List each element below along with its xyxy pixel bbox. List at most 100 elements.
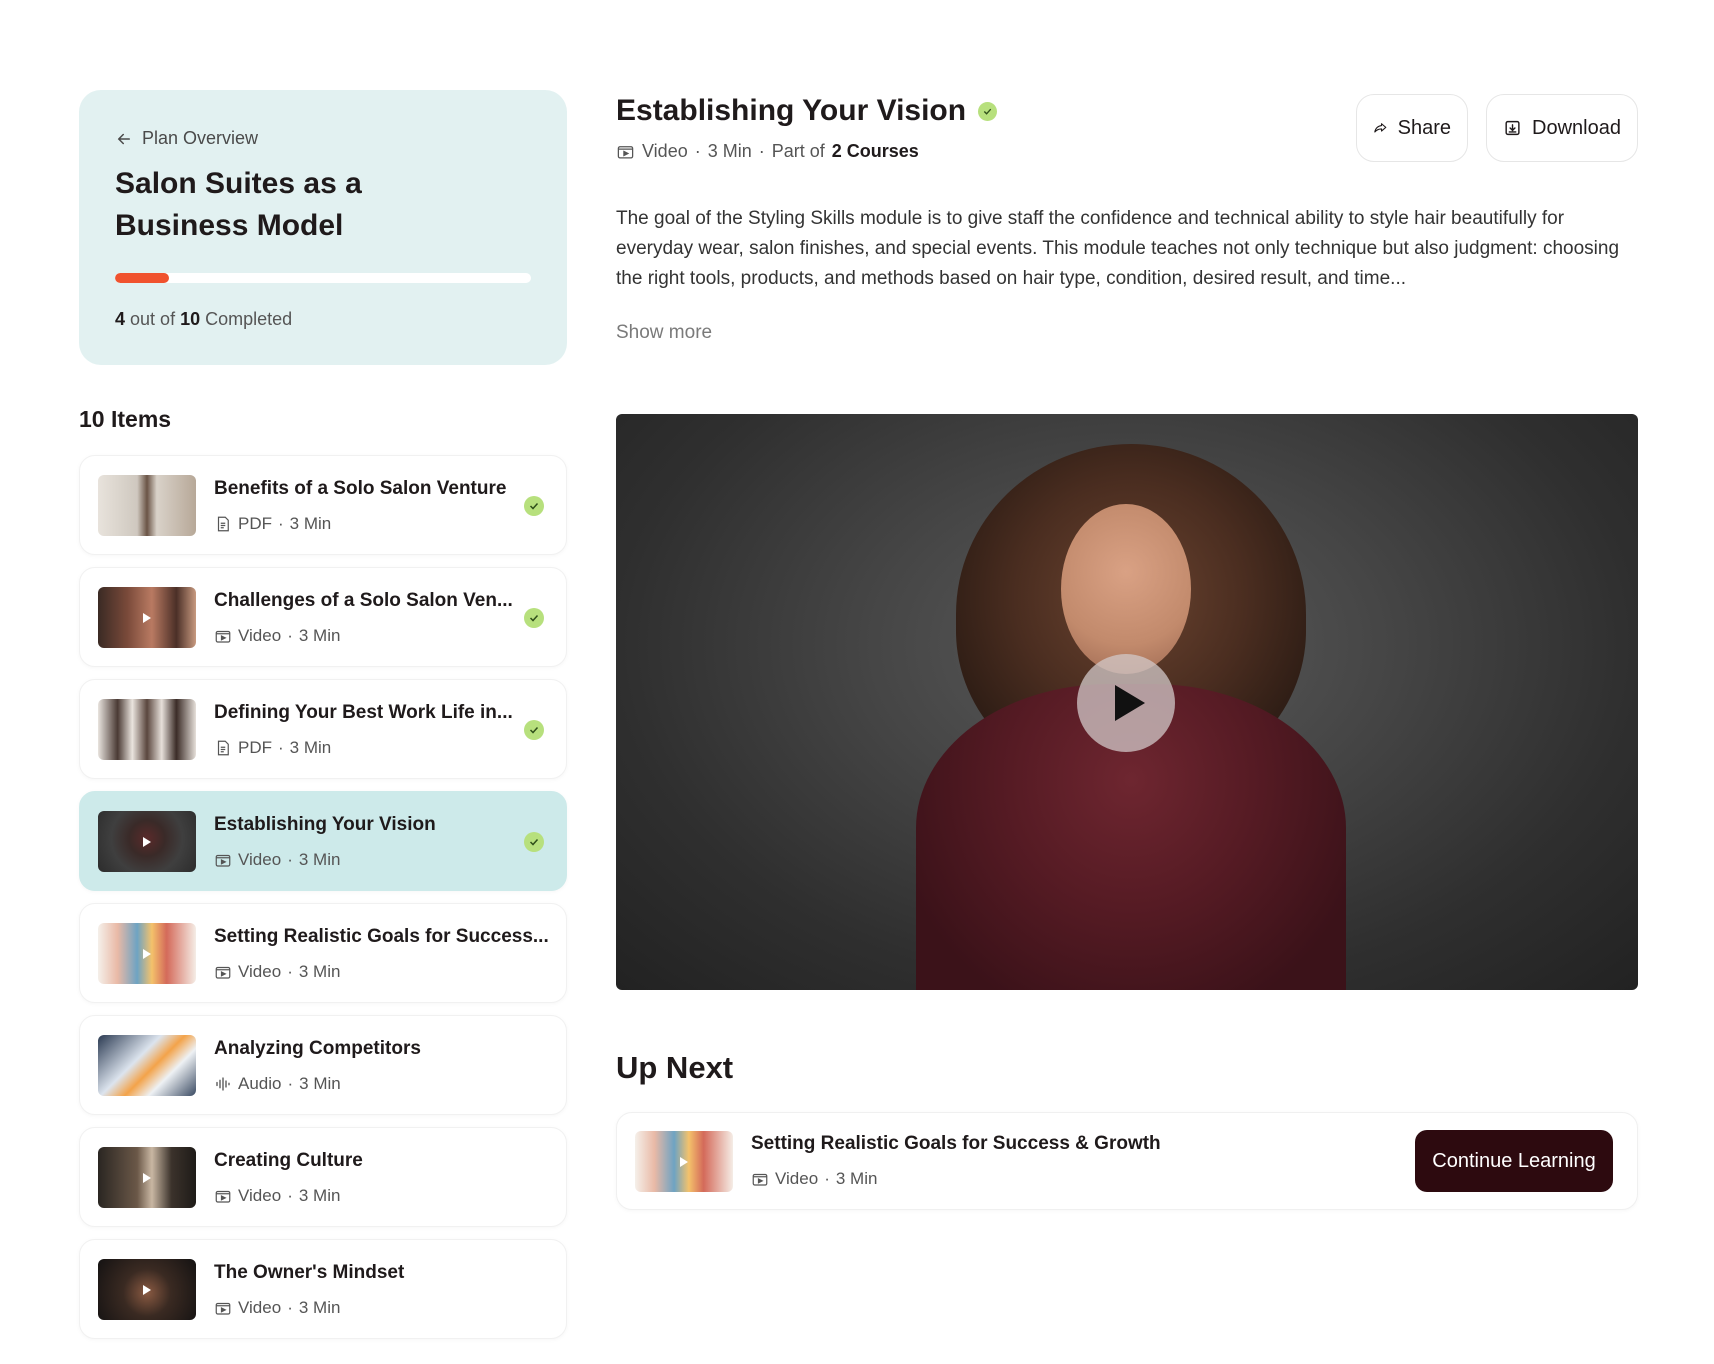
- item-duration: 3 Min: [289, 514, 332, 533]
- list-item[interactable]: Benefits of a Solo Salon Venture PDF · 3 M…: [79, 455, 567, 555]
- item-list: Benefits of a Solo Salon Venture PDF · 3 M…: [79, 455, 567, 1351]
- share-icon: [1374, 123, 1387, 133]
- plan-overview-card: Plan Overview Salon Suites as a Business…: [79, 90, 567, 365]
- video-icon: [215, 1302, 231, 1315]
- list-item[interactable]: Challenges of a Solo Salon Ven... Video ·…: [79, 567, 567, 667]
- completed-label: Completed: [205, 309, 293, 329]
- item-title: Establishing Your Vision: [214, 814, 436, 835]
- item-duration: 3 Min: [299, 1074, 341, 1093]
- lesson-title-row: Establishing Your Vision: [616, 94, 998, 128]
- item-title: The Owner's Mindset: [214, 1262, 405, 1283]
- item-type: Video: [238, 850, 282, 869]
- up-next-card[interactable]: Setting Realistic Goals for Success & Gr…: [616, 1112, 1638, 1210]
- play-icon: [680, 1156, 688, 1167]
- play-icon: [143, 948, 151, 959]
- item-title: Creating Culture: [214, 1150, 363, 1171]
- part-of-label: Part of: [771, 141, 825, 161]
- item-meta: Video · 3 Min: [214, 626, 340, 646]
- continue-learning-button[interactable]: Continue Learning: [1415, 1130, 1613, 1192]
- separator: ·: [287, 962, 293, 981]
- item-meta: Video · 3 Min: [214, 850, 340, 870]
- lesson-description: The goal of the Styling Skills module is…: [616, 208, 1620, 289]
- plan-title: Salon Suites as a Business Model: [115, 167, 362, 242]
- item-meta: Video · 3 Min: [214, 1298, 340, 1318]
- item-meta: Audio · 3 Min: [214, 1074, 341, 1094]
- item-meta: Video · 3 Min: [214, 1186, 340, 1206]
- separator: ·: [287, 626, 293, 645]
- progress-fill: [115, 273, 170, 283]
- item-thumbnail: [98, 923, 196, 984]
- play-icon: [143, 1172, 151, 1183]
- separator: ·: [287, 1074, 294, 1093]
- completed-check-icon: [524, 832, 544, 852]
- play-icon: [143, 836, 151, 847]
- courses-link[interactable]: 2 Courses: [832, 141, 919, 162]
- item-thumbnail: [98, 699, 196, 760]
- list-item[interactable]: Creating Culture Video · 3 Min: [79, 1127, 567, 1227]
- item-duration: 3 Min: [298, 626, 341, 645]
- item-meta: PDF · 3 Min: [214, 514, 331, 534]
- item-meta: PDF · 3 Min: [214, 738, 331, 758]
- up-next-heading: Up Next: [616, 1050, 734, 1085]
- plan-overview-link[interactable]: Plan Overview: [115, 128, 531, 149]
- item-duration: 3 Min: [298, 850, 341, 869]
- up-next-type: Video: [775, 1169, 819, 1188]
- video-frame-face: [1061, 504, 1191, 674]
- show-more-link[interactable]: Show more: [616, 322, 712, 344]
- pdf-icon: [217, 516, 229, 532]
- total-count: 10: [180, 309, 201, 329]
- video-icon: [215, 630, 231, 643]
- item-duration: 3 Min: [289, 738, 332, 757]
- completed-check-icon: [524, 608, 544, 628]
- list-item[interactable]: The Owner's Mindset Video · 3 Min: [79, 1239, 567, 1339]
- play-button[interactable]: [1077, 654, 1175, 752]
- item-thumbnail: [98, 1035, 196, 1096]
- item-duration: 3 Min: [298, 1186, 341, 1205]
- lesson-title: Establishing Your Vision: [616, 94, 967, 127]
- progress-bar: [115, 273, 531, 283]
- play-icon: [143, 612, 151, 623]
- separator: ·: [278, 514, 284, 533]
- completed-count: 4: [115, 309, 126, 329]
- item-thumbnail: [98, 587, 196, 648]
- item-type: PDF: [238, 738, 272, 757]
- lesson-duration: 3 Min: [707, 141, 752, 161]
- lesson-meta: Video · 3 Min · Part of 2 Courses: [616, 141, 919, 162]
- list-item-active[interactable]: Establishing Your Vision Video · 3 Min: [79, 791, 567, 891]
- play-icon: [143, 1284, 151, 1295]
- out-of-label: out of: [130, 309, 176, 329]
- item-meta: Video · 3 Min: [214, 962, 340, 982]
- item-type: Audio: [238, 1074, 282, 1093]
- separator: ·: [287, 850, 293, 869]
- separator: ·: [287, 1298, 293, 1317]
- items-heading: 10 Items: [79, 406, 172, 432]
- download-button[interactable]: Download: [1486, 94, 1638, 162]
- separator: ·: [694, 141, 701, 161]
- download-label: Download: [1532, 116, 1621, 139]
- up-next-duration: 3 Min: [835, 1169, 878, 1188]
- item-type: Video: [238, 1298, 282, 1317]
- share-button[interactable]: Share: [1356, 94, 1468, 162]
- video-icon: [215, 966, 231, 979]
- item-type: PDF: [238, 514, 272, 533]
- video-player[interactable]: [616, 414, 1638, 990]
- item-title: Challenges of a Solo Salon Ven...: [214, 590, 513, 611]
- progress-text: 4 out of 10 Completed: [115, 309, 531, 330]
- list-item[interactable]: Defining Your Best Work Life in... PDF · 3…: [79, 679, 567, 779]
- lesson-type: Video: [642, 141, 688, 161]
- item-thumbnail: [98, 475, 196, 536]
- item-type: Video: [238, 1186, 282, 1205]
- up-next-thumbnail: [635, 1131, 733, 1192]
- item-thumbnail: [98, 1259, 196, 1320]
- video-icon: [215, 854, 231, 867]
- item-duration: 3 Min: [298, 1298, 341, 1317]
- item-title: Analyzing Competitors: [214, 1038, 421, 1059]
- list-item[interactable]: Analyzing Competitors Audio · 3 Min: [79, 1015, 567, 1115]
- video-icon: [752, 1173, 768, 1186]
- list-item[interactable]: Setting Realistic Goals for Success... V…: [79, 903, 567, 1003]
- separator: ·: [278, 738, 284, 757]
- item-title: Defining Your Best Work Life in...: [214, 702, 513, 723]
- item-title: Benefits of a Solo Salon Venture: [214, 478, 507, 499]
- separator: ·: [758, 141, 765, 161]
- plan-overview-label: Plan Overview: [142, 128, 259, 148]
